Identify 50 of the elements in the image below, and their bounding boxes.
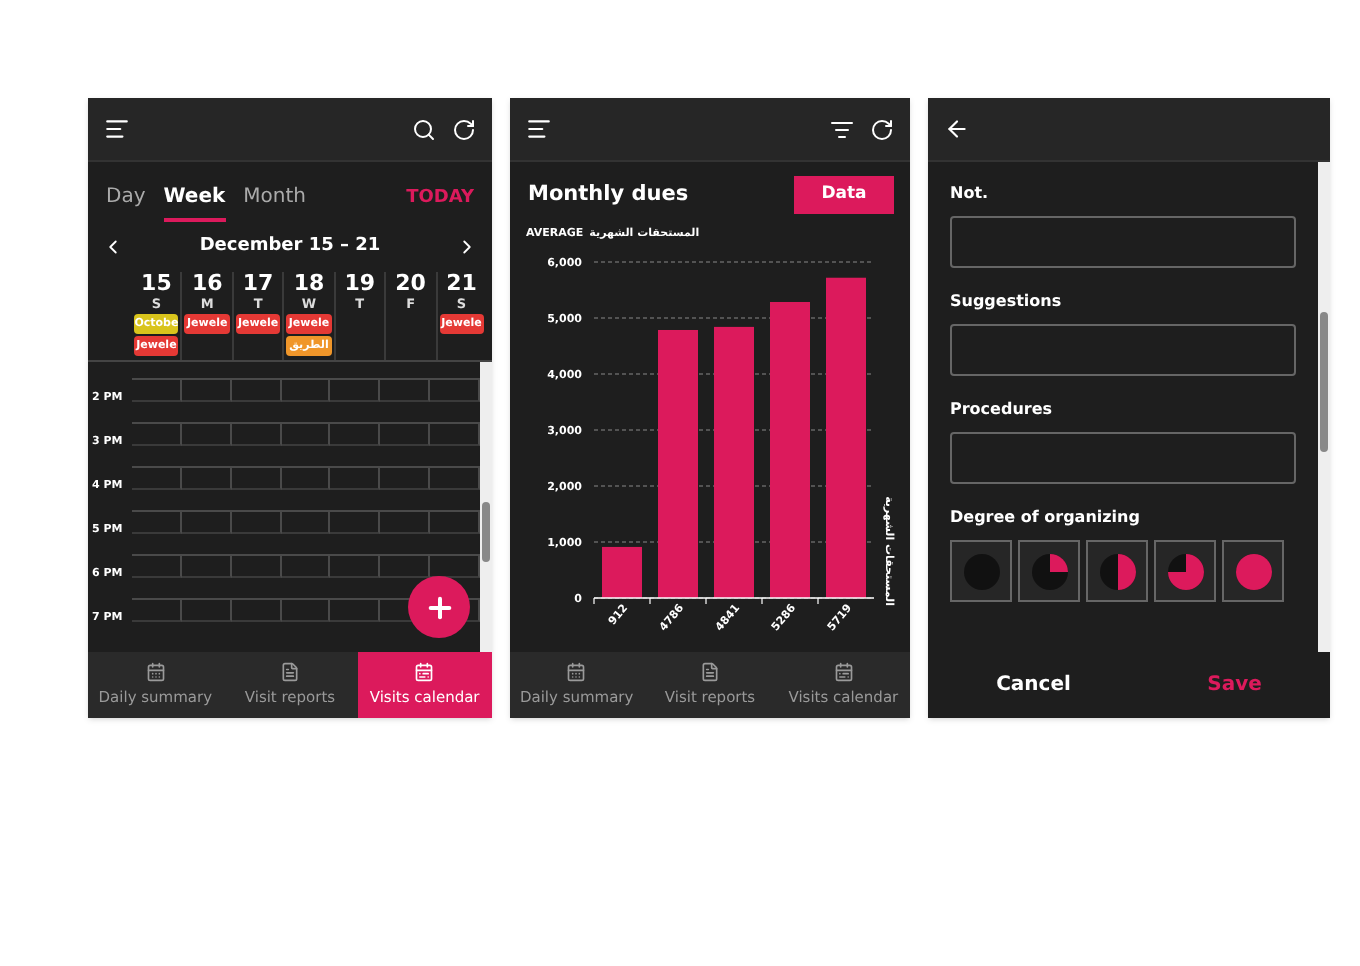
menu-icon[interactable] xyxy=(526,116,552,142)
input-field[interactable] xyxy=(950,216,1296,268)
degree-option[interactable] xyxy=(1018,540,1080,602)
input-field[interactable] xyxy=(950,324,1296,376)
day-number: 21 xyxy=(446,271,477,295)
add-button[interactable] xyxy=(408,576,470,638)
day-number: 20 xyxy=(395,271,426,295)
view-tab[interactable]: Month xyxy=(243,182,306,222)
refresh-icon[interactable] xyxy=(870,117,894,141)
degree-option[interactable] xyxy=(1154,540,1216,602)
search-icon[interactable] xyxy=(412,117,436,141)
input-field[interactable] xyxy=(950,432,1296,484)
bar[interactable] xyxy=(602,547,642,599)
view-tab[interactable]: Week xyxy=(163,182,226,222)
day-number: 19 xyxy=(344,271,376,295)
pie-icon xyxy=(1165,551,1205,591)
screen-title: Monthly dues xyxy=(528,179,689,210)
day-number: 15 xyxy=(141,271,172,295)
scrollbar[interactable] xyxy=(480,361,492,652)
field-label: Procedures xyxy=(950,398,1055,422)
document-icon xyxy=(279,661,300,682)
date-range: December 15 – 21 xyxy=(197,234,383,260)
field-label: Suggestions xyxy=(950,290,1064,314)
pie-icon xyxy=(1233,551,1273,591)
pie-icon xyxy=(1097,551,1137,591)
data-button[interactable]: Data xyxy=(794,176,894,214)
back-icon[interactable] xyxy=(944,116,970,142)
day-number: 18 xyxy=(293,271,325,295)
calendar-icon xyxy=(414,661,435,682)
today-button[interactable]: TODAY xyxy=(406,185,474,219)
view-tab[interactable]: Day xyxy=(106,182,146,222)
field-label: Not. xyxy=(950,182,991,206)
day-number: 16 xyxy=(191,271,223,295)
degree-option[interactable] xyxy=(1222,540,1284,602)
day-number: 17 xyxy=(242,271,274,295)
refresh-icon[interactable] xyxy=(452,117,476,141)
calendar-icon xyxy=(833,661,854,682)
plus-icon xyxy=(423,591,455,623)
calendar-icon xyxy=(145,661,166,682)
cancel-button[interactable]: Cancel xyxy=(984,670,1083,700)
pie-icon xyxy=(1029,551,1069,591)
field-label: Degree of organizing xyxy=(950,506,1142,530)
document-icon xyxy=(700,661,720,682)
degree-option[interactable] xyxy=(950,540,1012,602)
menu-icon[interactable] xyxy=(104,116,130,142)
scrollbar[interactable] xyxy=(1318,162,1330,652)
save-button[interactable]: Save xyxy=(1195,670,1274,700)
filter-icon[interactable] xyxy=(830,117,854,141)
calendar-icon xyxy=(566,661,587,682)
degree-option[interactable] xyxy=(1086,540,1148,602)
